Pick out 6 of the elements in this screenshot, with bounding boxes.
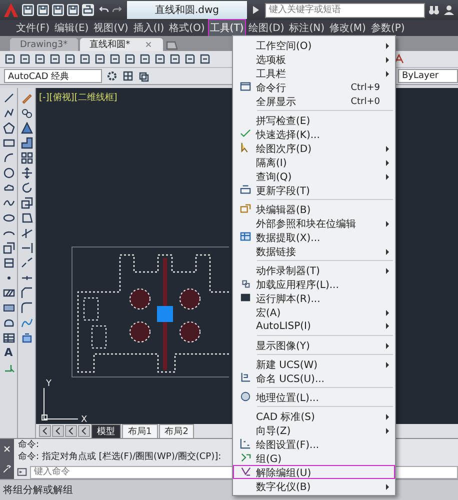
command-history-line: 命令: 指定对角点或 [栏选(F)/圈围(WP)/圈交(CP)]: <box>18 451 222 463</box>
axis-label: X <box>81 415 88 425</box>
command-history-line: 命令: <box>18 439 40 451</box>
window-title: 直线和圆.dwg <box>127 1 247 19</box>
status-text: 将组分解或解组 <box>3 484 73 497</box>
axis-label: Y <box>46 379 52 389</box>
